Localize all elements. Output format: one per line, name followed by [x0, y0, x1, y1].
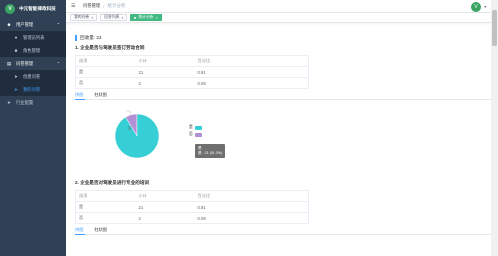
- send-icon: ➤: [14, 73, 18, 79]
- legend-label: 是: [189, 125, 193, 129]
- result-table: 选项 小计 百分比 是 21 0.91 否 2 0.09: [75, 190, 309, 224]
- sidebar-item-label: 行业配置: [16, 99, 34, 105]
- submenu-users: ● 管理员列表 ■ 角色管理: [0, 31, 66, 57]
- legend-item[interactable]: 是: [189, 124, 202, 131]
- chart-tabs: 饼图 柱状图: [75, 90, 491, 100]
- table-cell: 21: [135, 201, 195, 213]
- tag-statistics[interactable]: 统计分析 ×: [130, 14, 162, 21]
- breadcrumb-item[interactable]: 问卷管理: [83, 3, 100, 9]
- navbar: ☰ 问卷管理 / 统计分析 V ▼: [66, 0, 491, 13]
- table-header-cell: 百分比: [194, 55, 309, 67]
- pie-chart: 否 是 否 是 是 : 21 (91.3%): [75, 100, 491, 177]
- user-icon: ●: [14, 35, 18, 40]
- sidebar-item-role-management[interactable]: ■ 角色管理: [0, 44, 66, 57]
- table-header-row: 选项 小计 百分比: [75, 55, 309, 67]
- table-row: 否 2 0.09: [75, 77, 309, 89]
- tab-bar-chart[interactable]: 柱状图: [94, 225, 115, 234]
- result-table: 选项 小计 百分比 是 21 0.91 否 2 0.09: [75, 55, 309, 89]
- sidebar-item-questionnaire[interactable]: ▤ 问卷管理 ⌃: [0, 57, 66, 70]
- table-cell: 0.09: [194, 77, 309, 89]
- breadcrumb-separator: /: [103, 3, 105, 9]
- sidebar: V 中元智能律政科技 ☻ 用户管理 ⌃ ● 管理员列表 ■ 角色管理 ▤ 问卷管…: [0, 0, 66, 256]
- tab-pie-chart[interactable]: 饼图: [75, 225, 91, 235]
- question-title: 1. 企业是否与驾驶员签订劳动合同: [75, 45, 145, 50]
- table-cell: 0.91: [194, 66, 309, 78]
- tag-answer-list[interactable]: 回答列表 ×: [100, 14, 128, 21]
- sidebar-item-label: 角色管理: [23, 47, 41, 53]
- tag-my-questionnaire[interactable]: 我的问卷 ×: [70, 14, 98, 21]
- content: 回收量: 23 1. 企业是否与驾驶员签订劳动合同 选项 小计 百分比 是 21…: [66, 24, 491, 256]
- close-icon[interactable]: ×: [91, 16, 93, 20]
- legend-swatch: [194, 132, 202, 137]
- main: ☰ 问卷管理 / 统计分析 V ▼ 我的问卷 × 回答列表 × 统计分析 × 回…: [66, 0, 491, 256]
- sidebar-item-admin-list[interactable]: ● 管理员列表: [0, 31, 66, 44]
- tag-label: 回答列表: [104, 15, 120, 19]
- sidebar-item-industry-config[interactable]: ➤ 行业配置: [0, 96, 66, 109]
- submenu-questionnaire: ➤ 创建问卷 ➤ 我的问卷: [0, 70, 66, 96]
- table-cell: 是: [75, 66, 136, 78]
- table-header-cell: 选项: [75, 55, 136, 67]
- table-cell: 0.09: [194, 212, 309, 224]
- chart-tabs: 饼图 柱状图: [75, 225, 491, 235]
- breadcrumb-current: 统计分析: [107, 3, 126, 8]
- pie-chart-svg: [114, 110, 160, 159]
- table-cell: 否: [75, 77, 136, 89]
- table-header-cell: 百分比: [194, 190, 309, 202]
- tag-label: 我的问卷: [74, 15, 90, 19]
- send-icon: ➤: [14, 86, 18, 92]
- scrollbar-thumb[interactable]: [492, 10, 497, 46]
- users-icon: ☻: [6, 22, 12, 27]
- sidebar-item-create-questionnaire[interactable]: ➤ 创建问卷: [0, 70, 66, 83]
- table-header-row: 选项 小计 百分比: [75, 190, 309, 202]
- scrollbar[interactable]: [491, 0, 498, 256]
- chart-legend: 是 否: [189, 124, 202, 138]
- sidebar-item-my-questionnaire[interactable]: ➤ 我的问卷: [0, 83, 66, 96]
- caret-down-icon[interactable]: ▼: [484, 5, 487, 9]
- table-cell: 否: [75, 212, 136, 224]
- tag-label: 统计分析: [138, 15, 154, 19]
- table-row: 否 2 0.09: [75, 212, 309, 224]
- table-cell: 0.91: [194, 201, 309, 213]
- tags-view: 我的问卷 × 回答列表 × 统计分析 ×: [66, 13, 491, 23]
- chart-tooltip: 是 是 : 21 (91.3%): [195, 144, 226, 158]
- chevron-up-icon: ⌃: [56, 61, 60, 66]
- sidebar-item-label: 问卷管理: [16, 60, 34, 66]
- chevron-up-icon: ⌃: [56, 22, 60, 27]
- close-icon[interactable]: ×: [121, 16, 123, 20]
- table-cell: 是: [75, 201, 136, 213]
- role-icon: ■: [14, 48, 18, 53]
- table-row: 是 21 0.91: [75, 201, 309, 213]
- avatar[interactable]: V: [471, 2, 481, 12]
- table-header-cell: 选项: [75, 190, 136, 202]
- legend-swatch: [194, 125, 202, 130]
- response-count: 回收量: 23: [75, 35, 491, 41]
- sidebar-item-user-management[interactable]: ☻ 用户管理 ⌃: [0, 18, 66, 31]
- legend-label: 否: [189, 132, 193, 136]
- pie-slice-yes[interactable]: [114, 113, 160, 159]
- send-icon: ➤: [7, 99, 11, 105]
- sidebar-item-label: 创建问卷: [23, 73, 41, 79]
- table-header-cell: 小计: [135, 190, 195, 202]
- brand: V 中元智能律政科技: [0, 0, 66, 18]
- table-header-cell: 小计: [135, 55, 195, 67]
- tab-pie-chart[interactable]: 饼图: [75, 90, 91, 100]
- table-cell: 2: [135, 77, 195, 89]
- question-title: 2. 企业是否对驾驶员进行专业的培训: [75, 180, 150, 185]
- table-row: 是 21 0.91: [75, 66, 309, 78]
- clipboard-icon: ▤: [6, 60, 12, 66]
- table-cell: 21: [135, 66, 195, 78]
- legend-item[interactable]: 否: [189, 131, 202, 138]
- tooltip-value: 是 : 21 (91.3%): [198, 151, 223, 155]
- pie-label-line: [125, 110, 132, 115]
- close-icon[interactable]: ×: [156, 16, 158, 20]
- sidebar-item-label: 管理员列表: [23, 34, 45, 40]
- table-cell: 2: [135, 212, 195, 224]
- sidebar-item-label: 用户管理: [16, 21, 34, 27]
- hamburger-icon[interactable]: ☰: [71, 3, 77, 9]
- logo-icon: V: [5, 4, 15, 14]
- sidebar-item-label: 我的问卷: [23, 86, 41, 92]
- app-title: 中元智能律政科技: [19, 6, 56, 11]
- pie-slice-label: 否: [128, 126, 132, 130]
- tab-bar-chart[interactable]: 柱状图: [94, 90, 115, 99]
